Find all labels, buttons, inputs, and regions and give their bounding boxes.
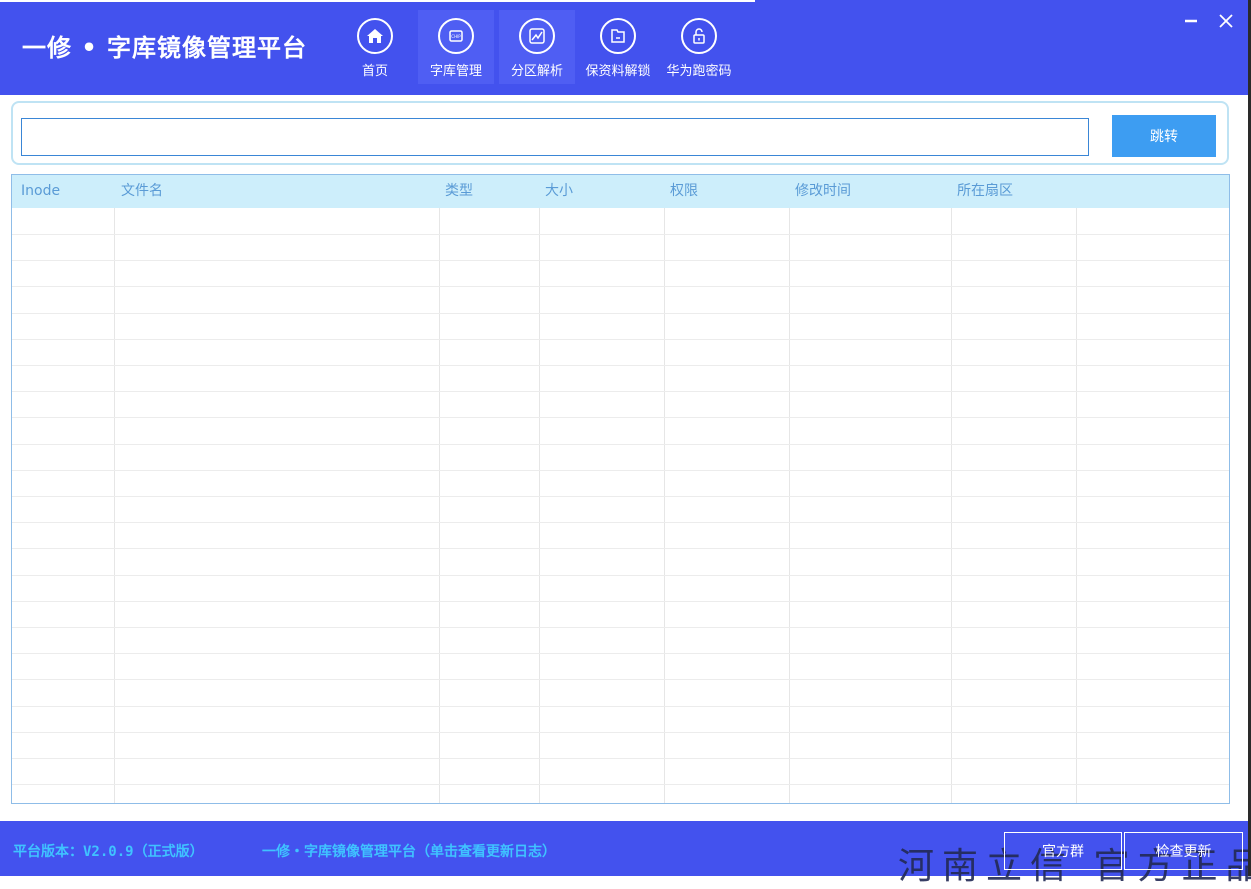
column-header-type[interactable]: 类型 (445, 175, 473, 208)
row-divider (12, 706, 1229, 707)
nav-data-unlock-label: 保资料解锁 (585, 64, 651, 79)
row-divider (12, 732, 1229, 733)
row-divider (12, 286, 1229, 287)
row-divider (12, 601, 1229, 602)
minimize-button[interactable] (1178, 8, 1204, 34)
column-header-permissions[interactable]: 权限 (670, 175, 698, 208)
path-input[interactable] (21, 118, 1089, 156)
column-header-size[interactable]: 大小 (545, 175, 573, 208)
row-divider (12, 339, 1229, 340)
column-divider (439, 208, 440, 803)
row-divider (12, 444, 1229, 445)
row-divider (12, 627, 1229, 628)
nav-font-library[interactable]: CHIP 字库管理 (418, 10, 494, 84)
nav-partition-analysis[interactable]: 分区解析 (499, 10, 575, 84)
row-divider (12, 234, 1229, 235)
row-divider (12, 313, 1229, 314)
row-divider (12, 260, 1229, 261)
status-bar: 平台版本：V2.0.9（正式版） 一修・字库镜像管理平台（单击查看更新日志） 河… (0, 821, 1251, 887)
column-header-filename[interactable]: 文件名 (121, 175, 163, 208)
unlock-icon (681, 18, 717, 54)
file-table[interactable]: Inode 文件名 类型 大小 权限 修改时间 所在扇区 (11, 174, 1230, 804)
home-icon (357, 18, 393, 54)
changelog-link[interactable]: 一修・字库镜像管理平台（单击查看更新日志） (262, 841, 556, 861)
chip-icon: CHIP (438, 18, 474, 54)
title-bar: 一修 • 字库镜像管理平台 首页 CHIP 字库管理 分区解析 保资料解锁 华为… (0, 0, 1248, 95)
row-divider (12, 679, 1229, 680)
jump-button[interactable]: 跳转 (1112, 115, 1216, 157)
app-title: 一修 • 字库镜像管理平台 (22, 33, 308, 62)
column-header-sector[interactable]: 所在扇区 (957, 175, 1013, 208)
row-divider (12, 365, 1229, 366)
nav-huawei-password[interactable]: 华为跑密码 (661, 10, 737, 84)
close-icon (1219, 14, 1233, 28)
row-divider (12, 470, 1229, 471)
column-divider (1076, 208, 1077, 803)
chart-icon (519, 18, 555, 54)
version-label: 平台版本：V2.0.9（正式版） (13, 844, 204, 860)
row-divider (12, 417, 1229, 418)
column-divider (664, 208, 665, 803)
folder-icon (600, 18, 636, 54)
column-divider (114, 208, 115, 803)
svg-text:CHIP: CHIP (451, 34, 461, 39)
row-divider (12, 496, 1229, 497)
nav-huawei-password-label: 华为跑密码 (666, 64, 732, 79)
top-border (0, 0, 755, 2)
row-divider (12, 784, 1229, 785)
column-divider (789, 208, 790, 803)
column-header-inode[interactable]: Inode (21, 175, 60, 208)
minimize-icon (1185, 19, 1197, 23)
nav-partition-analysis-label: 分区解析 (510, 64, 563, 79)
nav-data-unlock[interactable]: 保资料解锁 (580, 10, 656, 84)
row-divider (12, 548, 1229, 549)
nav-font-library-label: 字库管理 (429, 64, 482, 79)
nav-home[interactable]: 首页 (337, 10, 413, 84)
nav-home-label: 首页 (361, 64, 388, 79)
row-divider (12, 522, 1229, 523)
row-divider (12, 575, 1229, 576)
column-divider (951, 208, 952, 803)
row-divider (12, 653, 1229, 654)
row-divider (12, 758, 1229, 759)
row-divider (12, 391, 1229, 392)
check-update-button[interactable]: 检查更新 (1124, 832, 1243, 870)
table-header: Inode 文件名 类型 大小 权限 修改时间 所在扇区 (12, 175, 1229, 208)
close-button[interactable] (1213, 8, 1239, 34)
search-panel: 跳转 (11, 101, 1229, 165)
official-group-button[interactable]: 官方群 (1004, 832, 1122, 870)
column-header-modified-time[interactable]: 修改时间 (795, 175, 851, 208)
column-divider (539, 208, 540, 803)
